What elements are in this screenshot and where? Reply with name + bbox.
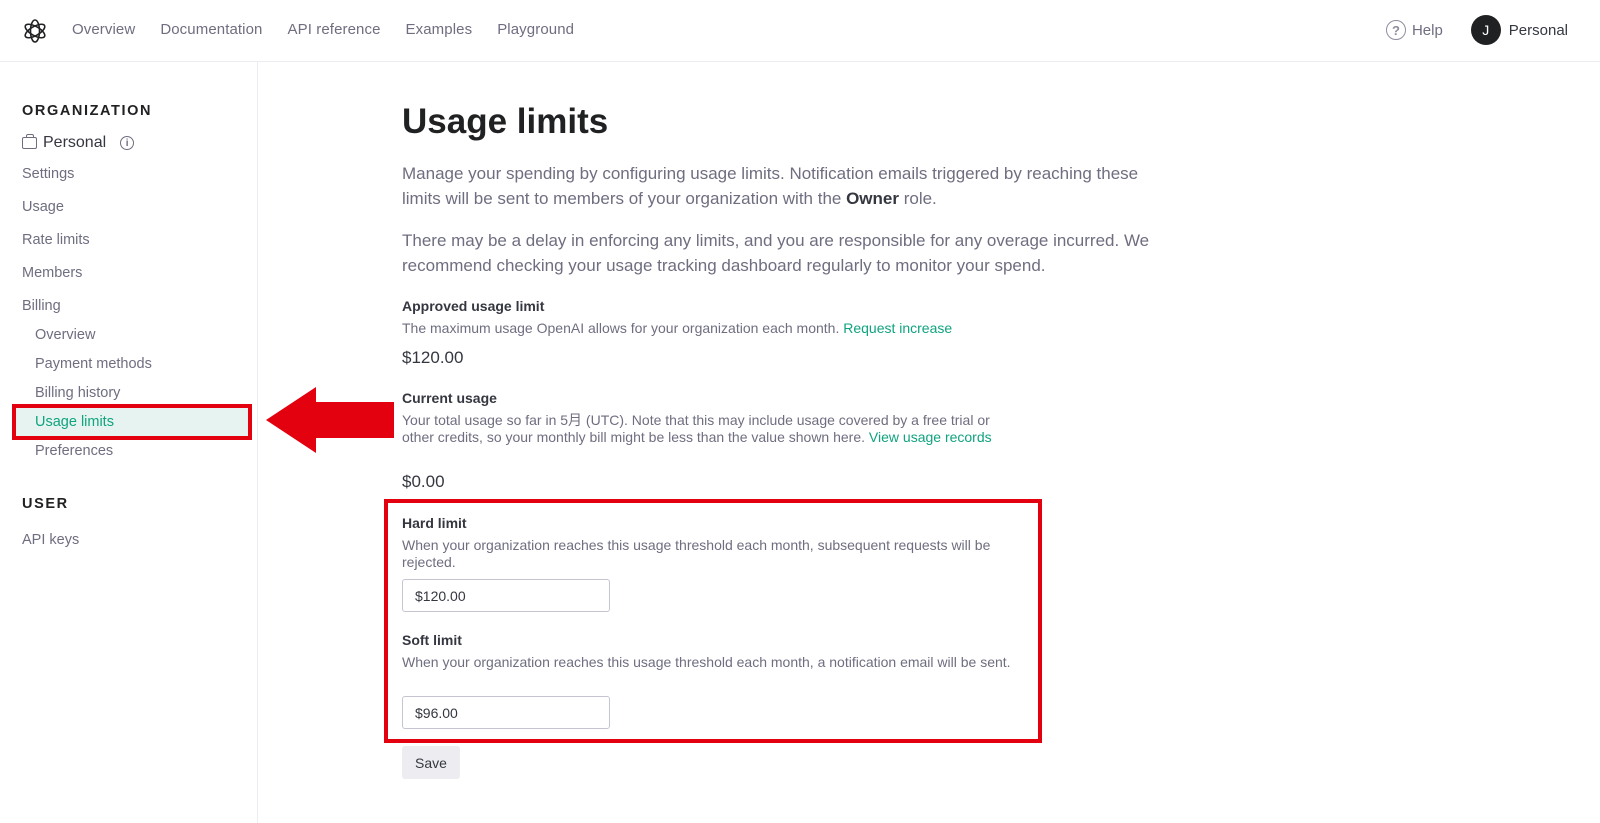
- current-usage-desc: Your total usage so far in 5月 (UTC). Not…: [402, 412, 1012, 446]
- nav-right: ? Help J Personal: [1385, 15, 1568, 45]
- request-increase-link[interactable]: Request increase: [843, 320, 952, 336]
- info-icon[interactable]: i: [120, 136, 135, 150]
- top-navigation: Overview Documentation API reference Exa…: [0, 0, 1600, 62]
- nav-api-reference[interactable]: API reference: [288, 21, 381, 38]
- annotation-arrow-icon: [266, 387, 394, 453]
- sidebar-item-rate-limits[interactable]: Rate limits: [22, 232, 90, 248]
- sidebar-item-usage-limits[interactable]: Usage limits: [12, 404, 252, 440]
- nav-links: Overview Documentation API reference Exa…: [72, 21, 574, 38]
- sidebar-item-billing-overview[interactable]: Overview: [35, 327, 95, 343]
- view-usage-records-link[interactable]: View usage records: [869, 429, 992, 445]
- org-selector[interactable]: Personal i: [22, 134, 135, 152]
- help-label: Help: [1411, 21, 1443, 39]
- briefcase-icon: [22, 134, 37, 149]
- sidebar-item-members[interactable]: Members: [22, 265, 82, 281]
- intro-paragraph-1: Manage your spending by configuring usag…: [402, 161, 1162, 211]
- org-name: Personal: [43, 134, 107, 151]
- owner-role: Owner: [846, 189, 899, 208]
- intro-1b: role.: [898, 189, 937, 208]
- sidebar-item-api-keys[interactable]: API keys: [22, 532, 79, 548]
- user-heading: USER: [22, 496, 69, 512]
- page-title: Usage limits: [402, 102, 609, 141]
- sidebar: ORGANIZATION Personal i Settings Usage R…: [0, 62, 258, 823]
- annotation-highlight-box: [384, 499, 1042, 743]
- sidebar-item-usage-limits-label: Usage limits: [35, 414, 114, 430]
- intro-1a: Manage your spending by configuring usag…: [402, 164, 1139, 208]
- account-name[interactable]: Personal: [1509, 22, 1568, 39]
- intro-paragraph-2: There may be a delay in enforcing any li…: [402, 231, 1150, 275]
- org-heading: ORGANIZATION: [22, 103, 153, 119]
- nav-playground[interactable]: Playground: [497, 21, 574, 38]
- openai-logo-icon[interactable]: [22, 18, 48, 44]
- nav-documentation[interactable]: Documentation: [160, 21, 262, 38]
- approved-limit-label: Approved usage limit: [402, 298, 545, 314]
- approved-limit-desc: The maximum usage OpenAI allows for your…: [402, 320, 1042, 337]
- sidebar-item-billing-history[interactable]: Billing history: [35, 385, 120, 401]
- current-usage-value: $0.00: [402, 472, 445, 491]
- avatar[interactable]: J: [1470, 15, 1501, 45]
- nav-overview[interactable]: Overview: [72, 21, 135, 38]
- sidebar-item-billing[interactable]: Billing: [22, 298, 61, 314]
- question-circle-icon: ?: [1385, 20, 1406, 40]
- nav-examples[interactable]: Examples: [406, 21, 473, 38]
- approved-desc-text: The maximum usage OpenAI allows for your…: [402, 320, 844, 336]
- sidebar-item-settings[interactable]: Settings: [22, 166, 74, 182]
- sidebar-item-usage[interactable]: Usage: [22, 199, 64, 215]
- current-usage-label: Current usage: [402, 390, 497, 406]
- approved-limit-value: $120.00: [402, 348, 464, 367]
- sidebar-item-preferences[interactable]: Preferences: [35, 443, 113, 459]
- sidebar-item-payment-methods[interactable]: Payment methods: [35, 356, 152, 372]
- save-button[interactable]: Save: [402, 746, 460, 779]
- help-link[interactable]: ? Help: [1385, 20, 1443, 40]
